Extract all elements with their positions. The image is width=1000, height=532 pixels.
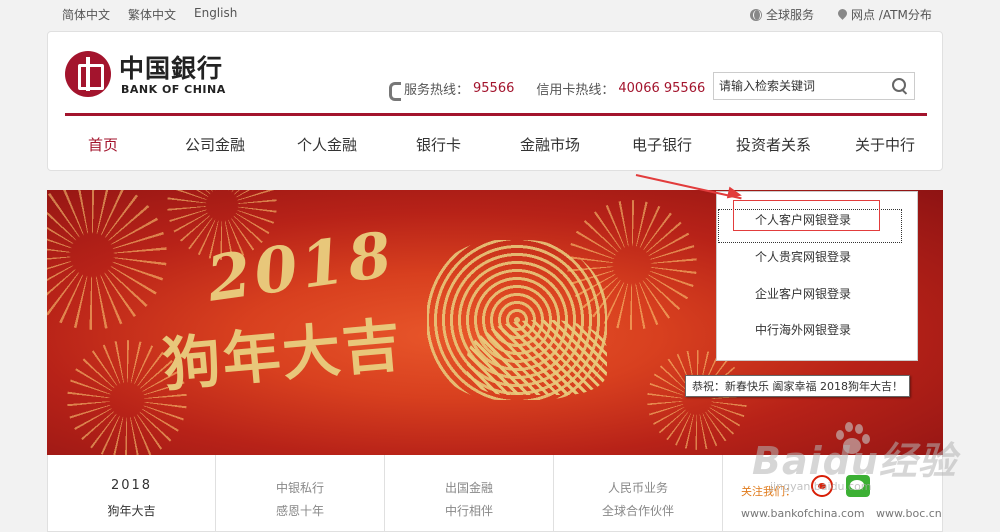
promo-line1: 2018 <box>110 478 153 493</box>
branches-atm-link[interactable]: 网点 /ATM分布 <box>838 6 932 23</box>
main-nav: 首页 公司金融 个人金融 银行卡 金融市场 电子银行 投资者关系 关于中行 <box>48 116 944 172</box>
firework-decoration <box>647 350 747 450</box>
promo-item[interactable]: 2018 狗年大吉 <box>48 455 216 532</box>
menu-item-overseas-login[interactable]: 中行海外网银登录 <box>755 321 851 338</box>
lang-simplified-link[interactable]: 简体中文 <box>62 6 110 23</box>
menu-item-vip-login[interactable]: 个人贵宾网银登录 <box>755 248 851 265</box>
banner-slogan-art: 狗年大吉 <box>159 310 405 400</box>
lang-english-link[interactable]: English <box>194 6 237 20</box>
bank-logo-icon[interactable] <box>65 51 111 97</box>
nav-item-corporate[interactable]: 公司金融 <box>185 134 245 155</box>
hotlines: 服务热线： 95566 信用卡热线： 40066 95566 <box>388 79 706 101</box>
globe-icon <box>750 8 762 21</box>
nav-item-home[interactable]: 首页 <box>88 134 118 155</box>
watermark-text: Baidu经验 <box>752 439 957 483</box>
menu-item-corporate-login[interactable]: 企业客户网银登录 <box>755 285 851 302</box>
nav-item-about[interactable]: 关于中行 <box>855 134 915 155</box>
promo-item[interactable]: 人民币业务 全球合作伙伴 <box>554 455 723 532</box>
lang-traditional-link[interactable]: 繁体中文 <box>128 6 176 23</box>
search-icon[interactable] <box>892 78 908 94</box>
logo-chinese-name[interactable]: 中国銀行 <box>119 49 223 85</box>
promo-line2: 感恩十年 <box>275 504 324 518</box>
watermark-subtext: jingyan.baidu.com <box>770 480 872 493</box>
promo-item[interactable]: 中银私行 感恩十年 <box>216 455 385 532</box>
card-hotline-label: 信用卡热线： <box>536 83 615 98</box>
promo-line2: 狗年大吉 <box>107 504 156 518</box>
promo-line1: 中银私行 <box>275 481 324 495</box>
service-hotline-label: 服务热线： <box>404 83 470 98</box>
nav-item-investors[interactable]: 投资者关系 <box>736 134 811 155</box>
nav-item-personal[interactable]: 个人金融 <box>297 134 357 155</box>
promo-item[interactable]: 出国金融 中行相伴 <box>385 455 554 532</box>
global-service-link[interactable]: 全球服务 <box>750 6 814 23</box>
annotation-highlight-box <box>733 200 880 231</box>
promo-line2: 中行相伴 <box>444 504 493 518</box>
search-box <box>713 72 915 100</box>
service-hotline-number: 95566 <box>473 81 515 96</box>
banner-tooltip: 恭祝：新春快乐 阖家幸福 2018狗年大吉！ <box>685 375 910 397</box>
firework-decoration <box>47 190 167 330</box>
nav-item-markets[interactable]: 金融市场 <box>520 134 580 155</box>
global-service-label: 全球服务 <box>766 8 815 22</box>
promo-line1: 人民币业务 <box>607 481 668 495</box>
site-header: 中国銀行 BANK OF CHINA 服务热线： 95566 信用卡热线： 40… <box>47 31 943 171</box>
branches-atm-label: 网点 /ATM分布 <box>851 8 932 22</box>
papercut-dog-decoration <box>467 320 607 395</box>
location-pin-icon <box>838 9 847 21</box>
nav-item-cards[interactable]: 银行卡 <box>416 134 461 155</box>
phone-icon <box>388 82 401 101</box>
logo-english-name[interactable]: BANK OF CHINA <box>121 83 226 96</box>
site-urls: www.bankofchina.com www.boc.cn <box>741 507 942 520</box>
top-bar: 简体中文 繁体中文 English 全球服务 网点 /ATM分布 <box>0 0 1000 28</box>
promo-line2: 全球合作伙伴 <box>601 504 674 518</box>
search-input[interactable] <box>714 73 884 99</box>
promo-line1: 出国金融 <box>444 481 493 495</box>
nav-item-ebanking[interactable]: 电子银行 <box>632 134 692 155</box>
card-hotline-number: 40066 95566 <box>618 81 706 96</box>
